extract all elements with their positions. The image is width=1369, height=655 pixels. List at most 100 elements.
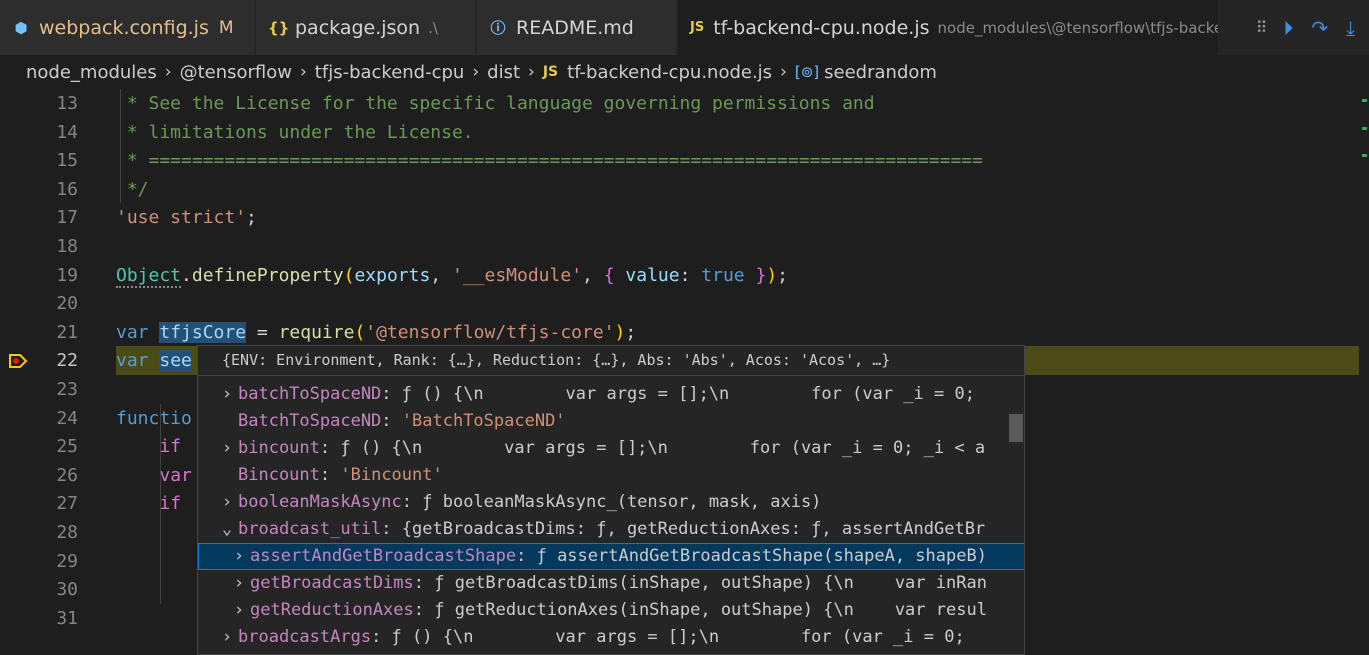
tab-bar: ⬢ webpack.config.js M {} package.json .\…: [0, 0, 1369, 55]
variable-symbol-icon: [⊚]: [794, 63, 820, 81]
variable-value: ƒ () {\n var args = [];\n for (var _i = …: [391, 627, 965, 647]
line-number: 20: [56, 293, 78, 315]
variable-value: ƒ booleanMaskAsync_(tensor, mask, axis): [422, 492, 822, 512]
drag-grip-icon[interactable]: ⠿: [1256, 18, 1268, 37]
hover-summary: {ENV: Environment, Rank: {…}, Reduction:…: [198, 346, 1024, 376]
variable-name: batchToSpaceND: [238, 384, 382, 404]
variable-tree-row[interactable]: BatchToSpaceND: 'BatchToSpaceND': [198, 408, 1024, 435]
line-number: 25: [56, 436, 78, 458]
variable-name: BatchToSpaceND: [238, 411, 382, 431]
variable-value: ƒ assertAndGetBroadcastShape(shapeA, sha…: [536, 546, 987, 566]
variable-tree-row[interactable]: › booleanMaskAsync: ƒ booleanMaskAsync_(t…: [198, 489, 1024, 516]
variable-tree-row[interactable]: Bincount: 'Bincount': [198, 462, 1024, 489]
variable-tree-row[interactable]: ⌄ broadcast_util: {getBroadcastDims: ƒ, g…: [198, 516, 1024, 543]
line-number: 31: [56, 607, 78, 629]
variable-name: booleanMaskAsync: [238, 492, 402, 512]
breadcrumb-item[interactable]: @tensorflow: [180, 62, 292, 83]
line-number: 28: [56, 522, 78, 543]
scrollbar-marker: [1362, 154, 1367, 157]
tab-package-json[interactable]: {} package.json .\: [256, 0, 476, 55]
tab-readme[interactable]: ⓘ README.md: [477, 0, 677, 55]
info-icon: ⓘ: [490, 19, 506, 37]
chevron-right-icon[interactable]: ›: [216, 624, 238, 651]
code-line[interactable]: 19 Object.defineProperty(exports, '__esMo…: [0, 261, 1360, 290]
line-number: 24: [56, 407, 78, 429]
variable-tree-row[interactable]: › getBroadcastDims: ƒ getBroadcastDims(in…: [198, 570, 1024, 597]
continue-icon[interactable]: ⏵: [1283, 16, 1293, 40]
chevron-right-icon[interactable]: ›: [216, 381, 238, 408]
variable-tree-row[interactable]: › bincount: ƒ () {\n var args = [];\n for…: [198, 435, 1024, 462]
variable-tree-row[interactable]: › getReductionAxes: ƒ getReductionAxes(in…: [198, 597, 1024, 624]
separator: :: [319, 438, 341, 458]
code-line[interactable]: 16 */: [0, 175, 1360, 204]
variable-tree-row[interactable]: › assertAndGetBroadcastShape: ƒ assertAnd…: [198, 543, 1024, 570]
chevron-right-icon: ›: [299, 62, 307, 82]
line-code: if: [159, 436, 182, 458]
separator: :: [413, 573, 435, 593]
line-number: 23: [56, 379, 78, 400]
line-number: 27: [56, 493, 78, 515]
line-number: 14: [56, 121, 78, 143]
code-line[interactable]: 20: [0, 289, 1360, 318]
line-number: 30: [56, 579, 78, 601]
webpack-file-icon: ⬢: [14, 18, 28, 37]
chevron-right-icon[interactable]: ›: [228, 543, 250, 570]
code-line[interactable]: 17 'use strict';: [0, 203, 1360, 232]
variable-name: Bincount: [238, 465, 320, 485]
chevron-right-icon: ›: [780, 62, 787, 82]
code-line[interactable]: 15 * ===================================…: [0, 146, 1360, 175]
line-code: 'use strict';: [116, 207, 257, 229]
separator: :: [401, 492, 423, 512]
tab-tf-backend-cpu[interactable]: JS tf-backend-cpu.node.js node_modules\@…: [678, 0, 1219, 55]
variable-name: broadcast_util: [238, 519, 382, 539]
chevron-right-icon: ›: [528, 62, 535, 82]
js-file-icon: JS: [690, 20, 705, 35]
breadcrumb-item[interactable]: dist: [487, 62, 520, 83]
chevron-right-icon[interactable]: ›: [228, 597, 250, 624]
debug-hover-widget[interactable]: {ENV: Environment, Rank: {…}, Reduction:…: [197, 345, 1025, 655]
line-number: 19: [56, 264, 78, 286]
chevron-right-icon[interactable]: ›: [216, 435, 238, 462]
code-line[interactable]: 18: [0, 232, 1360, 261]
breadcrumb-item[interactable]: tf-backend-cpu.node.js: [567, 62, 772, 83]
variable-value: ƒ getReductionAxes(inShape, outShape) {\…: [434, 600, 987, 620]
separator: :: [381, 384, 402, 404]
chevron-right-icon: ›: [472, 62, 480, 82]
variable-name: getReductionAxes: [250, 600, 414, 620]
tab-webpack-config[interactable]: ⬢ webpack.config.js M: [0, 0, 255, 55]
line-code: var see: [116, 350, 192, 372]
separator: :: [381, 411, 402, 431]
line-code: Object.defineProperty(exports, '__esModu…: [116, 264, 789, 288]
tab-label: package.json: [295, 16, 421, 39]
chevron-right-icon[interactable]: ›: [228, 570, 250, 597]
chevron-down-icon[interactable]: ⌄: [216, 516, 238, 543]
breakpoint-paused-icon[interactable]: [8, 353, 28, 369]
breadcrumb-item[interactable]: seedrandom: [824, 62, 937, 83]
tab-label: README.md: [516, 16, 634, 39]
code-line[interactable]: 21 var tfjsCore = require('@tensorflow/tf…: [0, 318, 1360, 347]
variable-name: bincount: [238, 438, 320, 458]
chevron-right-icon[interactable]: ›: [216, 489, 238, 516]
line-code: * See the License for the specific langu…: [116, 93, 875, 114]
variable-name: broadcastArgs: [238, 627, 372, 647]
step-over-icon[interactable]: ↷: [1311, 16, 1328, 40]
line-number: 13: [56, 93, 78, 114]
hover-scrollbar-thumb[interactable]: [1009, 414, 1023, 442]
breadcrumb-item[interactable]: node_modules: [26, 62, 157, 83]
step-into-icon[interactable]: ⤓: [1346, 16, 1355, 40]
variable-tree-row[interactable]: › broadcastArgs: ƒ () {\n var args = [];\…: [198, 624, 1024, 651]
variable-name: getBroadcastDims: [250, 573, 414, 593]
variable-tree-row[interactable]: › batchToSpaceND: ƒ () {\n var args = [];…: [198, 381, 1024, 408]
variable-value: ƒ () {\n var args = [];\n for (var _i = …: [340, 438, 986, 458]
variable-name: assertAndGetBroadcastShape: [250, 546, 517, 566]
editor-scrollbar[interactable]: [1359, 89, 1369, 644]
line-code: if: [159, 493, 182, 515]
code-line[interactable]: 14 * limitations under the License.: [0, 118, 1360, 147]
indent-guide: [160, 403, 161, 604]
breadcrumb-item[interactable]: tfjs-backend-cpu: [315, 62, 465, 83]
variable-value: ƒ () {\n var args = [];\n for (var _i = …: [401, 384, 975, 404]
variable-value: 'BatchToSpaceND': [401, 411, 566, 431]
variable-value: ƒ getBroadcastDims(inShape, outShape) {\…: [434, 573, 987, 593]
separator: :: [516, 546, 537, 566]
code-line[interactable]: 13 * See the License for the specific la…: [0, 89, 1360, 118]
